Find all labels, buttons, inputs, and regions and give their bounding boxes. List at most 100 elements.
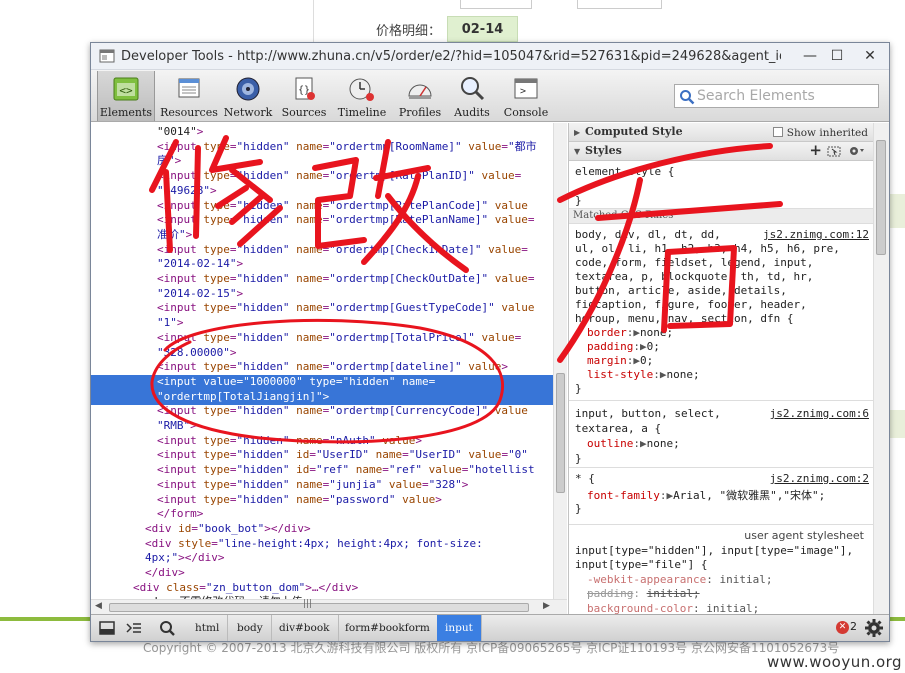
css-property[interactable]: padding: initial; — [587, 587, 700, 600]
dom-node[interactable]: "2014-02-15"> — [91, 287, 557, 302]
styles-vertical-scrollbar[interactable] — [873, 123, 889, 614]
tab-console[interactable]: > Console — [499, 71, 553, 121]
breadcrumb-item[interactable]: html — [187, 615, 229, 641]
inspect-search-icon[interactable] — [158, 619, 178, 637]
show-console-icon[interactable] — [124, 619, 144, 637]
css-property[interactable]: list-style:▶none; — [587, 368, 700, 381]
dom-node[interactable]: "1"> — [91, 316, 557, 331]
dom-node[interactable]: <input type="hidden" name="ordertmp[Room… — [91, 140, 557, 155]
css-property[interactable]: border:▶none; — [587, 326, 673, 339]
error-icon[interactable]: ✕ — [836, 621, 849, 634]
rule-close-brace: } — [575, 502, 582, 515]
rule-source-link[interactable]: js2.znimg.com:2 — [770, 472, 869, 485]
css-rule-reset[interactable]: body, div, dl, dt, dd, js2.znimg.com:12 ul… — [569, 224, 873, 401]
dom-token: value — [488, 242, 522, 256]
dom-node[interactable]: </form> — [91, 507, 557, 522]
dom-token: type — [203, 448, 230, 462]
settings-gear-icon[interactable] — [848, 145, 866, 157]
dom-token — [488, 213, 495, 226]
tab-timeline[interactable]: Timeline — [334, 71, 390, 121]
dom-node[interactable]: <input type="hidden" id="UserID" name="U… — [91, 448, 557, 463]
maximize-button[interactable]: ☐ — [824, 45, 850, 67]
search-elements-box[interactable] — [674, 84, 879, 108]
css-property[interactable]: padding:▶0; — [587, 340, 660, 353]
dom-node[interactable]: <input type="hidden" name="ordertmp[Rate… — [91, 199, 557, 214]
css-property-value: 0; — [640, 354, 654, 367]
dom-tree-horizontal-scrollbar[interactable]: ◀ ||| ▶ — [91, 599, 567, 614]
error-count[interactable]: 2 — [850, 620, 857, 633]
scrollbar-thumb[interactable] — [876, 140, 886, 255]
dock-toggle-icon[interactable] — [97, 619, 117, 637]
dom-token: "hidden" — [236, 198, 290, 212]
css-rule-outline[interactable]: input, button, select, js2.znimg.com:6 tex… — [569, 401, 873, 468]
dom-node[interactable]: <div id="book_bot"></div> — [91, 522, 557, 537]
show-inherited-checkbox[interactable] — [773, 127, 784, 137]
dom-node[interactable]: <input type="hidden" name="ordertmp[Gues… — [91, 301, 557, 316]
css-property[interactable]: margin:▶0; — [587, 354, 653, 367]
dom-token: "都市 — [508, 139, 537, 153]
tab-elements[interactable]: <> Elements — [97, 71, 155, 121]
breadcrumb-item[interactable]: input — [437, 615, 482, 641]
close-button[interactable]: ✕ — [857, 45, 883, 67]
dom-node[interactable]: </div> — [91, 566, 557, 581]
dom-node[interactable]: <input type="hidden" name="password" val… — [91, 493, 557, 508]
minimize-button[interactable]: — — [797, 45, 823, 67]
computed-style-header[interactable]: ▶ Computed Style Show inherited — [569, 123, 873, 142]
tab-audits[interactable]: Audits — [449, 71, 495, 121]
dom-node[interactable]: "2014-02-14"> — [91, 257, 557, 272]
dom-node[interactable]: "249628"> — [91, 184, 557, 199]
css-property[interactable]: background-color: initial; — [587, 602, 759, 615]
rule-selector: input, button, select, — [575, 407, 721, 420]
search-elements-input[interactable] — [697, 87, 875, 105]
rule-source-link[interactable]: js2.znimg.com:12 — [763, 228, 869, 241]
element-style-rule[interactable]: element.style { } — [569, 161, 873, 209]
dom-node[interactable]: "RMB"> — [91, 419, 557, 434]
dom-node[interactable]: <input type="hidden" name="ordertmp[Rate… — [91, 213, 557, 228]
scrollbar-thumb[interactable] — [556, 373, 565, 493]
dom-node[interactable]: 4px;"></div> — [91, 551, 557, 566]
element-state-icon[interactable] — [827, 146, 841, 157]
dom-node[interactable]: <input type="hidden" name="junjia" value… — [91, 478, 557, 493]
dom-node[interactable]: <input type="hidden" name="ordertmp[Tota… — [91, 331, 557, 346]
css-property[interactable]: -webkit-appearance: initial; — [587, 573, 772, 586]
dom-node[interactable]: "0014"> — [91, 125, 557, 140]
settings-icon[interactable] — [864, 618, 884, 638]
dom-node[interactable]: <input type="hidden" name="ordertmp[Curr… — [91, 404, 557, 419]
dom-node[interactable]: 准价"> — [91, 228, 557, 243]
title-bar[interactable]: Developer Tools - http://www.zhuna.cn/v5… — [91, 43, 889, 70]
dom-node-selected[interactable]: "ordertmp[TotalJiangjin]"> — [91, 389, 557, 405]
tab-network[interactable]: Network — [222, 71, 274, 121]
dom-node[interactable]: <input type="hidden" name="ordertmp[Rate… — [91, 169, 557, 184]
css-property[interactable]: font-family:▶Arial, "微软雅黑","宋体"; — [587, 487, 825, 503]
dom-node[interactable]: <input type="hidden" id="ref" name="ref"… — [91, 463, 557, 478]
dom-node[interactable]: <div class="zn_button_dom">…</div> — [91, 581, 557, 596]
rule-source-link[interactable]: js2.znimg.com:6 — [770, 407, 869, 420]
dom-node[interactable]: "328.00000"> — [91, 346, 557, 361]
dom-node[interactable]: <input type="hidden" name="ordertmp[Chec… — [91, 272, 557, 287]
date-tab[interactable]: 02-14 — [447, 16, 518, 42]
dom-node[interactable]: <input type="hidden" name="nAuth" value> — [91, 434, 557, 449]
tab-profiles[interactable]: Profiles — [394, 71, 446, 121]
scroll-right-icon[interactable]: ▶ — [543, 601, 550, 611]
show-inherited-toggle[interactable]: Show inherited — [773, 124, 868, 142]
breadcrumb-item[interactable]: form#bookform — [337, 615, 439, 641]
dom-node[interactable]: <div style="line-height:4px; height:4px;… — [91, 537, 557, 552]
dom-node[interactable]: <input type="hidden" name="ordertmp[date… — [91, 360, 557, 375]
dom-node-selected[interactable]: <input value="1000000" type="hidden" nam… — [91, 374, 557, 390]
tab-resources[interactable]: Resources — [160, 71, 218, 121]
dom-token: "password" — [329, 492, 396, 506]
breadcrumb-item[interactable]: body — [229, 615, 272, 641]
dom-node[interactable]: <input type="hidden" name="ordertmp[Chec… — [91, 243, 557, 258]
styles-header[interactable]: ▼ Styles + — [569, 141, 873, 161]
tab-sources[interactable]: {} Sources — [278, 71, 330, 121]
scroll-left-icon[interactable]: ◀ — [95, 601, 102, 611]
breadcrumb-item[interactable]: div#book — [271, 615, 339, 641]
scrollbar-thumb[interactable] — [109, 603, 529, 612]
css-property[interactable]: outline:▶none; — [587, 437, 680, 450]
css-rule-font-family[interactable]: * {js2.znimg.com:2 font-family:▶Arial, "微… — [569, 468, 873, 525]
dom-node[interactable]: 房"> — [91, 154, 557, 169]
dom-tree[interactable]: "0014"> <input type="hidden" name="ordert… — [91, 123, 557, 599]
dom-tree-vertical-scrollbar[interactable] — [553, 123, 567, 599]
dom-token: type — [203, 463, 230, 477]
add-rule-icon[interactable]: + — [809, 141, 822, 159]
